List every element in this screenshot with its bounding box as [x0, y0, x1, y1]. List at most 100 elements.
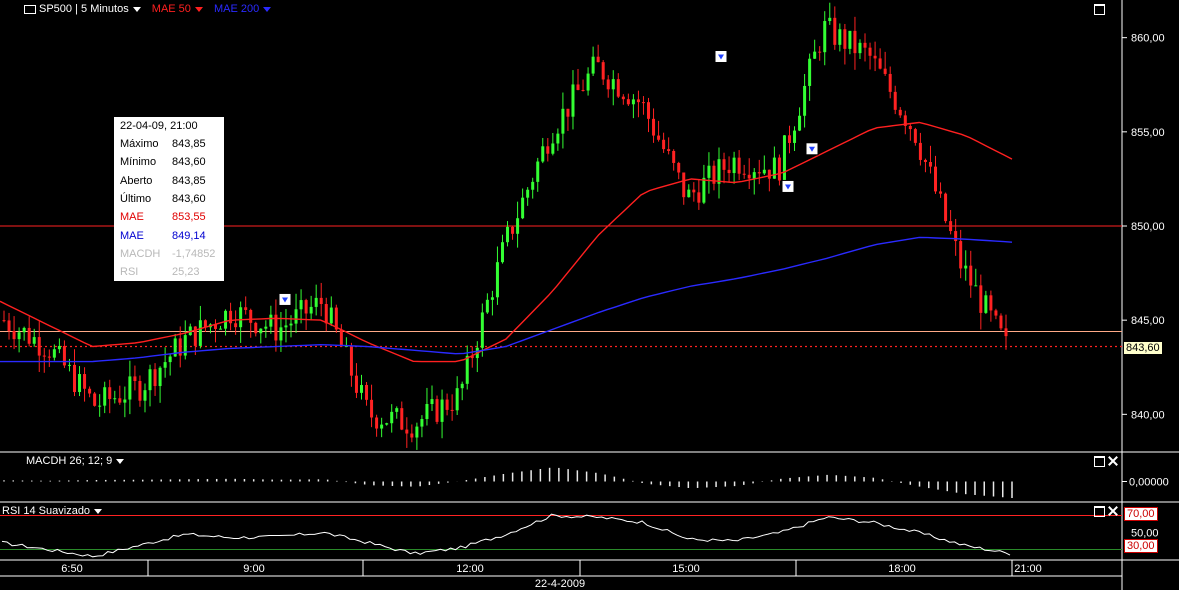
rsi-upper-level-box: 70,00 — [1124, 507, 1158, 521]
mae200-label[interactable]: MAE 200 — [214, 3, 259, 15]
candle-body — [757, 172, 761, 174]
candle-body — [828, 17, 832, 22]
candle-body — [460, 383, 464, 389]
tooltip-value: -1,74852 — [172, 247, 216, 260]
candle-body — [918, 142, 922, 160]
candle-body — [707, 165, 711, 178]
candle-body — [923, 159, 927, 162]
candle-body — [989, 295, 993, 311]
candle-body — [103, 387, 107, 406]
candle-body — [168, 356, 172, 363]
candle-body — [596, 56, 600, 63]
candle-body — [742, 173, 746, 175]
candle-body — [913, 129, 917, 143]
tooltip-datetime: 22-04-09, 21:00 — [120, 120, 198, 132]
candle-body — [450, 409, 454, 411]
candle-body — [641, 102, 645, 104]
candle-body — [47, 356, 51, 358]
macd-dropdown-icon[interactable] — [116, 458, 125, 464]
candle-body — [662, 139, 666, 150]
candle-body — [17, 332, 21, 340]
interval-dropdown-icon[interactable] — [132, 6, 141, 12]
rsi-close-icon[interactable] — [1108, 506, 1118, 516]
candle-body — [606, 79, 610, 90]
candle-body — [390, 411, 394, 424]
macd-maximize-icon[interactable] — [1094, 456, 1105, 467]
price-chart-svg[interactable]: 860,00 855,00 850,00 845,00 840,00 0,00000 50,… — [0, 0, 1179, 590]
rsi-dropdown-icon[interactable] — [94, 508, 103, 514]
tooltip-row: MAE 853,55 — [120, 211, 220, 227]
candle-body — [843, 29, 847, 49]
candle-body — [113, 398, 117, 400]
time-tick-label: 15:00 — [672, 563, 700, 575]
candle-body — [838, 29, 842, 45]
mae50-dropdown-icon[interactable] — [194, 6, 203, 12]
candle-body — [571, 84, 575, 117]
candle-body — [561, 108, 565, 134]
candle-body — [395, 408, 399, 412]
tooltip-value: 849,14 — [172, 229, 206, 242]
candle-body — [138, 380, 142, 401]
candle-body — [657, 135, 661, 140]
candle-body — [299, 300, 303, 310]
candle-body — [883, 68, 887, 74]
candle-body — [631, 99, 635, 105]
candle-body — [284, 325, 288, 328]
candle-body — [621, 96, 625, 100]
candle-body — [636, 99, 640, 103]
candle-body — [203, 320, 207, 328]
candle-body — [294, 309, 298, 324]
candle-body — [370, 399, 374, 418]
candle-body — [108, 387, 112, 399]
candle-body — [808, 58, 812, 86]
candle-body — [249, 309, 253, 323]
macd-close-icon[interactable] — [1108, 456, 1118, 466]
candle-body — [259, 328, 263, 334]
candle-body — [128, 376, 132, 400]
tooltip-value: 843,60 — [172, 156, 206, 169]
tooltip-key: Máximo — [120, 138, 159, 150]
candle-body — [78, 374, 82, 393]
candle-body — [586, 73, 590, 91]
candle-body — [430, 399, 434, 405]
candle-body — [949, 221, 953, 232]
mae50-label[interactable]: MAE 50 — [152, 3, 191, 15]
candle-body — [1004, 328, 1008, 337]
candle-body — [747, 174, 751, 179]
candle-body — [576, 84, 580, 90]
price-tick-label: 840,00 — [1131, 409, 1165, 421]
candle-body — [692, 189, 696, 193]
candle-body — [652, 118, 656, 136]
candle-body — [868, 47, 872, 56]
candle-body — [682, 172, 686, 198]
candle-body — [928, 161, 932, 167]
candle-body — [908, 125, 912, 130]
rsi-maximize-icon[interactable] — [1094, 506, 1105, 517]
candle-body — [279, 327, 283, 341]
candle-body — [98, 405, 102, 407]
rsi-panel-label: RSI 14 Suavizado — [2, 505, 91, 517]
tooltip-value: 843,60 — [172, 192, 206, 205]
mae200-dropdown-icon[interactable] — [263, 6, 272, 12]
chart-icon — [24, 4, 36, 14]
candle-body — [782, 135, 786, 181]
candle-body — [873, 55, 877, 59]
candle-body — [324, 304, 328, 324]
candle-body — [556, 133, 560, 144]
candle-body — [304, 300, 308, 314]
candle-body — [647, 102, 651, 119]
candle-body — [984, 295, 988, 313]
main-panel-maximize-icon[interactable] — [1094, 4, 1105, 15]
price-tick-label: 850,00 — [1131, 221, 1165, 233]
tooltip-key: MACDH — [120, 247, 161, 260]
candle-body — [677, 162, 681, 173]
candle-body — [485, 299, 489, 313]
tooltip-row: MACDH -1,74852 — [120, 248, 220, 264]
candle-body — [400, 408, 404, 430]
candle-body — [118, 398, 122, 403]
candle-body — [244, 307, 248, 310]
time-tick-label: 21:00 — [1014, 563, 1042, 575]
tooltip-row: Aberto 843,85 — [120, 175, 220, 191]
candle-body — [888, 73, 892, 92]
candle-body — [732, 157, 736, 174]
